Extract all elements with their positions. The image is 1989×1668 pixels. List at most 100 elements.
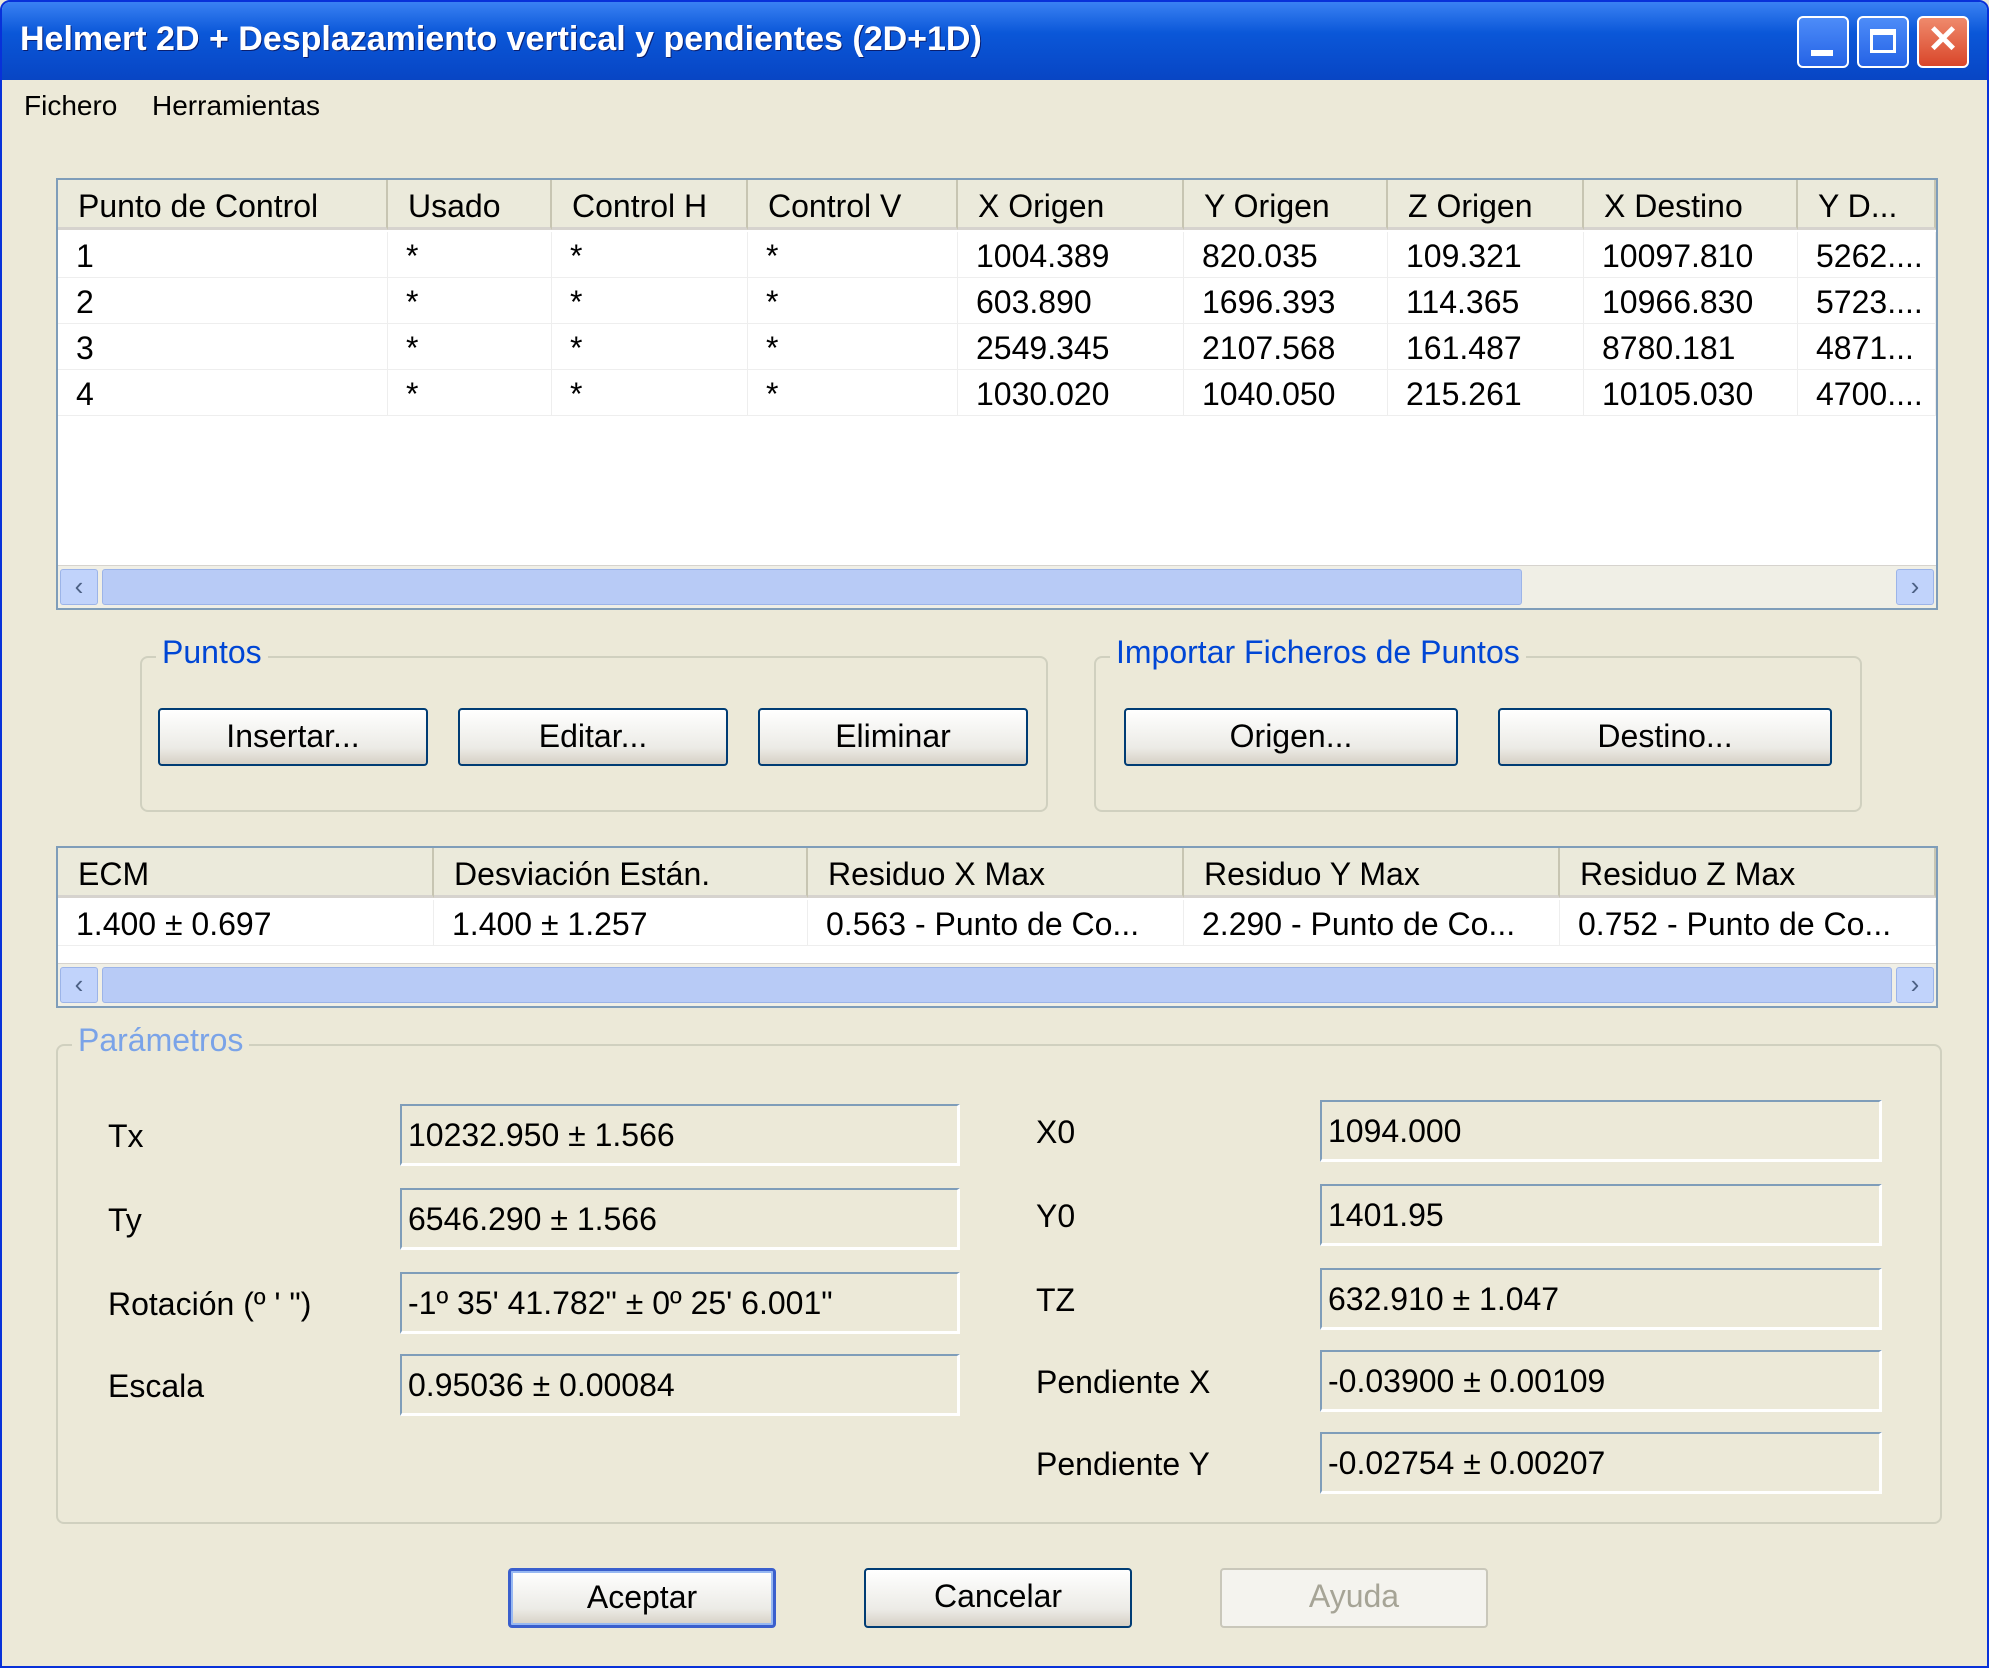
grid-cell[interactable]: * [552, 232, 748, 278]
scroll-left-button[interactable]: ‹ [60, 967, 98, 1003]
grid-cell[interactable]: 1 [58, 232, 388, 278]
stats-cell[interactable]: 0.752 - Punto de Co... [1560, 900, 1936, 946]
grid-cell[interactable]: 161.487 [1388, 324, 1584, 370]
grid-cell[interactable]: 4700.... [1798, 370, 1936, 416]
col-header-residuo-x[interactable]: Residuo X Max [808, 848, 1184, 898]
col-header-usado[interactable]: Usado [388, 180, 552, 230]
col-header-control-h[interactable]: Control H [552, 180, 748, 230]
grid-cell[interactable]: 820.035 [1184, 232, 1388, 278]
grid-cell[interactable]: 3 [58, 324, 388, 370]
grid-cell[interactable]: * [552, 278, 748, 324]
menu-fichero[interactable]: Fichero [24, 90, 117, 122]
stats-cell[interactable]: 2.290 - Punto de Co... [1184, 900, 1560, 946]
pendiente-x-field[interactable]: -0.03900 ± 0.00109 [1320, 1350, 1882, 1412]
destino-button[interactable]: Destino... [1498, 708, 1832, 766]
origen-button[interactable]: Origen... [1124, 708, 1458, 766]
col-header-x-origen[interactable]: X Origen [958, 180, 1184, 230]
grid-cell[interactable]: * [388, 278, 552, 324]
aceptar-button[interactable]: Aceptar [508, 1568, 776, 1628]
grid-cell[interactable]: 2107.568 [1184, 324, 1388, 370]
pendiente-y-field[interactable]: -0.02754 ± 0.00207 [1320, 1432, 1882, 1494]
grid-cell[interactable]: * [388, 370, 552, 416]
ayuda-button[interactable]: Ayuda [1220, 1568, 1488, 1628]
close-button[interactable]: ✕ [1917, 16, 1969, 68]
col-header-residuo-y[interactable]: Residuo Y Max [1184, 848, 1560, 898]
grid-cell[interactable]: * [748, 232, 958, 278]
scroll-right-button[interactable]: › [1896, 967, 1934, 1003]
grid-cell[interactable]: * [748, 370, 958, 416]
y0-label: Y0 [1036, 1198, 1076, 1234]
stats-cell[interactable]: 1.400 ± 1.257 [434, 900, 808, 946]
grid-cell[interactable]: 1004.389 [958, 232, 1184, 278]
scroll-thumb[interactable] [102, 569, 1522, 605]
grid-cell[interactable]: * [552, 324, 748, 370]
grid-cell[interactable]: 8780.181 [1584, 324, 1798, 370]
stats-cell[interactable]: 1.400 ± 0.697 [58, 900, 434, 946]
grid-cell[interactable]: 215.261 [1388, 370, 1584, 416]
col-header-desviacion[interactable]: Desviación Están. [434, 848, 808, 898]
col-header-punto[interactable]: Punto de Control [58, 180, 388, 230]
rotacion-label: Rotación (º ' ") [108, 1286, 312, 1322]
x0-field[interactable]: 1094.000 [1320, 1100, 1882, 1162]
grid-cell[interactable]: 2549.345 [958, 324, 1184, 370]
stats-cell[interactable]: 0.563 - Punto de Co... [808, 900, 1184, 946]
grid-cell[interactable]: 114.365 [1388, 278, 1584, 324]
scroll-right-button[interactable]: › [1896, 569, 1934, 605]
grid-cell[interactable]: 1040.050 [1184, 370, 1388, 416]
insertar-button[interactable]: Insertar... [158, 708, 428, 766]
tz-field[interactable]: 632.910 ± 1.047 [1320, 1268, 1882, 1330]
grid-cell[interactable]: 603.890 [958, 278, 1184, 324]
grid-cell[interactable]: 4 [58, 370, 388, 416]
col-header-residuo-z[interactable]: Residuo Z Max [1560, 848, 1936, 898]
grid-cell[interactable]: * [388, 324, 552, 370]
chevron-right-icon: › [1910, 571, 1920, 601]
y0-field[interactable]: 1401.95 [1320, 1184, 1882, 1246]
maximize-icon [1870, 29, 1896, 53]
grid-cell[interactable]: * [748, 324, 958, 370]
grid-cell[interactable]: 10966.830 [1584, 278, 1798, 324]
col-header-y-origen[interactable]: Y Origen [1184, 180, 1388, 230]
close-icon: ✕ [1927, 19, 1959, 61]
minimize-button[interactable] [1797, 16, 1849, 68]
statistics-grid[interactable]: ECM Desviación Están. Residuo X Max Resi… [56, 846, 1938, 1008]
col-header-ecm[interactable]: ECM [58, 848, 434, 898]
grid-cell[interactable]: * [388, 232, 552, 278]
points-grid-hscrollbar[interactable]: ‹ › [58, 565, 1936, 608]
col-header-x-destino[interactable]: X Destino [1584, 180, 1798, 230]
grid-cell[interactable]: 1696.393 [1184, 278, 1388, 324]
grid-cell[interactable]: 2 [58, 278, 388, 324]
maximize-button[interactable] [1857, 16, 1909, 68]
importar-group-label: Importar Ficheros de Puntos [1110, 634, 1526, 671]
tx-field[interactable]: 10232.950 ± 1.566 [400, 1104, 960, 1166]
grid-cell[interactable]: * [748, 278, 958, 324]
grid-cell[interactable]: 5723.... [1798, 278, 1936, 324]
parametros-group-label: Parámetros [72, 1022, 250, 1059]
grid-cell[interactable]: 10097.810 [1584, 232, 1798, 278]
control-points-grid[interactable]: Punto de Control Usado Control H Control… [56, 178, 1938, 610]
ty-field[interactable]: 6546.290 ± 1.566 [400, 1188, 960, 1250]
grid-cell[interactable]: 5262.... [1798, 232, 1936, 278]
grid-cell[interactable]: 1030.020 [958, 370, 1184, 416]
scroll-left-button[interactable]: ‹ [60, 569, 98, 605]
cancelar-button[interactable]: Cancelar [864, 1568, 1132, 1628]
chevron-right-icon: › [1910, 969, 1920, 999]
stats-grid-hscrollbar[interactable]: ‹ › [58, 963, 1936, 1006]
col-header-control-v[interactable]: Control V [748, 180, 958, 230]
scroll-thumb[interactable] [102, 967, 1892, 1003]
parametros-group: Parámetros Tx 10232.950 ± 1.566 Ty 6546.… [56, 1022, 1942, 1524]
col-header-y-destino[interactable]: Y D... [1798, 180, 1936, 230]
eliminar-button[interactable]: Eliminar [758, 708, 1028, 766]
grid-cell[interactable]: * [552, 370, 748, 416]
menu-herramientas[interactable]: Herramientas [152, 90, 320, 122]
tz-label: TZ [1036, 1282, 1076, 1318]
escala-field[interactable]: 0.95036 ± 0.00084 [400, 1354, 960, 1416]
grid-cell[interactable]: 10105.030 [1584, 370, 1798, 416]
col-header-z-origen[interactable]: Z Origen [1388, 180, 1584, 230]
title-bar[interactable]: Helmert 2D + Desplazamiento vertical y p… [2, 2, 1987, 80]
rotacion-field[interactable]: -1º 35' 41.782" ± 0º 25' 6.001" [400, 1272, 960, 1334]
editar-button[interactable]: Editar... [458, 708, 728, 766]
grid-cell[interactable]: 4871... [1798, 324, 1936, 370]
chevron-left-icon: ‹ [74, 571, 84, 601]
helmert-dialog: Helmert 2D + Desplazamiento vertical y p… [0, 0, 1989, 1668]
grid-cell[interactable]: 109.321 [1388, 232, 1584, 278]
